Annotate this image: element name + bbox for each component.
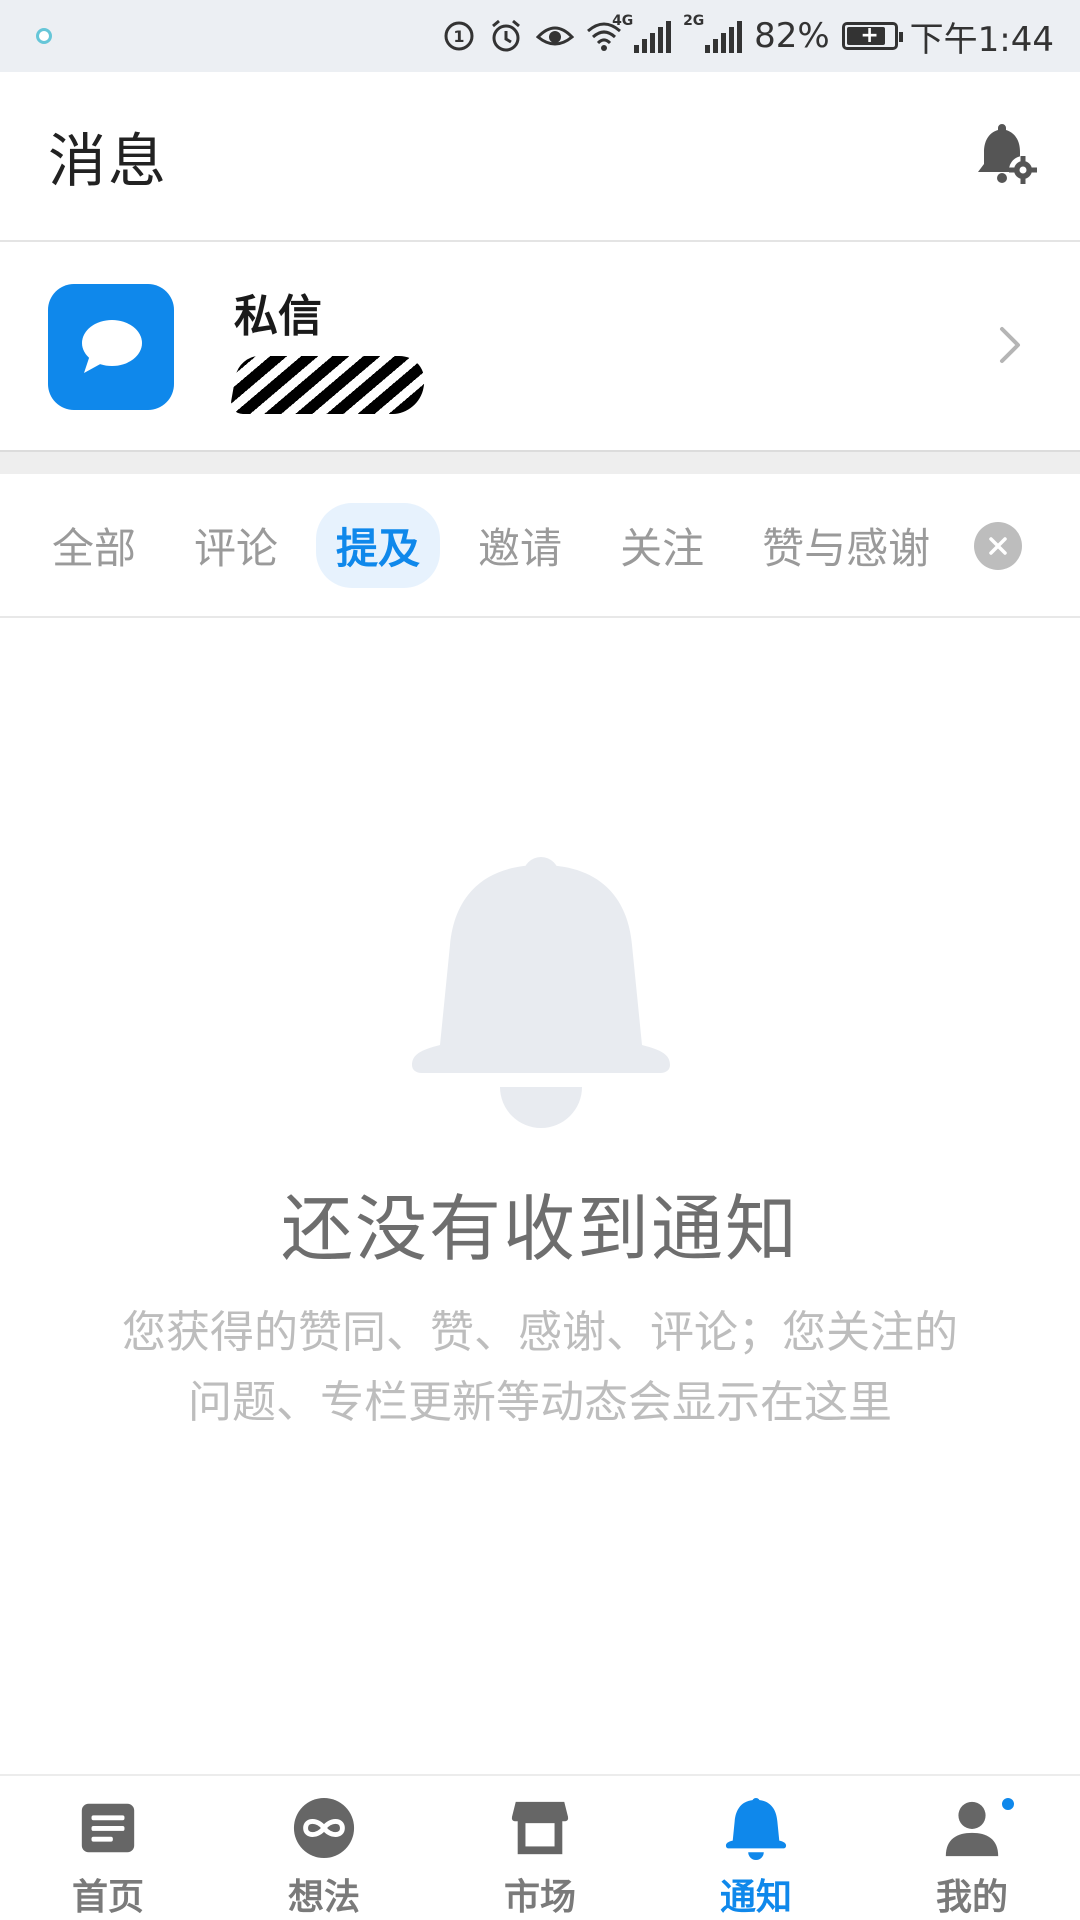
bell-settings-icon[interactable] (968, 118, 1044, 194)
bottom-nav: 首页 想法 市场 通知 我的 (0, 1774, 1080, 1920)
nav-profile-label: 我的 (935, 1877, 1008, 1918)
tab-invites[interactable]: 邀请 (458, 503, 582, 588)
network-4g-label: 4G (612, 13, 634, 29)
tab-comments[interactable]: 评论 (174, 503, 298, 588)
tab-likes-thanks[interactable]: 赞与感谢 (742, 503, 950, 588)
home-feed-icon (81, 1803, 135, 1853)
chevron-right-icon (996, 323, 1024, 371)
header: 消息 (0, 72, 1080, 242)
nav-home[interactable]: 首页 (0, 1776, 216, 1920)
alarm-icon (488, 18, 524, 54)
close-icon[interactable] (974, 522, 1022, 570)
chat-bubble-icon (48, 284, 174, 410)
status-left (36, 28, 52, 44)
ideas-icon (293, 1797, 355, 1859)
battery-icon: + (841, 22, 903, 50)
section-divider (0, 450, 1080, 474)
nav-profile[interactable]: 我的 (864, 1776, 1080, 1920)
nav-ideas-label: 想法 (287, 1877, 360, 1918)
nav-home-label: 首页 (71, 1877, 144, 1918)
private-message-title: 私信 (234, 291, 322, 342)
nav-notifications-label: 通知 (719, 1877, 792, 1918)
empty-bell-icon (410, 855, 672, 1130)
nav-notifications[interactable]: 通知 (648, 1776, 864, 1920)
data-saver-icon: 1 (442, 19, 476, 53)
empty-description: 您获得的赞同、赞、感谢、评论；您关注的问题、专栏更新等动态会显示在这里 (122, 1307, 958, 1428)
signal-2g-icon: 2G (683, 13, 743, 53)
svg-text:1: 1 (453, 27, 464, 46)
tab-mentions[interactable]: 提及 (316, 502, 441, 588)
market-icon (511, 1801, 569, 1855)
redacted-preview (228, 356, 430, 414)
eye-care-icon (536, 21, 575, 51)
battery-percent: 82% (754, 16, 830, 56)
nav-ideas[interactable]: 想法 (216, 1776, 432, 1920)
status-bar: 1 4G 2G 82% + 下午1:44 (0, 0, 1080, 72)
nav-market-label: 市场 (503, 1877, 576, 1918)
clock: 下午1:44 (909, 19, 1054, 60)
filter-tabs: 全部 评论 提及 邀请 关注 赞与感谢 (0, 474, 1080, 618)
notification-dot-icon (36, 28, 52, 44)
notification-bell-icon (725, 1797, 787, 1860)
profile-icon (945, 1801, 999, 1857)
page-title: 消息 (48, 127, 169, 195)
network-2g-label: 2G (683, 13, 705, 29)
private-message-text: 私信 (228, 280, 430, 414)
unread-badge (1000, 1796, 1016, 1812)
empty-title: 还没有收到通知 (280, 1187, 799, 1271)
nav-market[interactable]: 市场 (432, 1776, 648, 1920)
tab-follows[interactable]: 关注 (600, 503, 724, 588)
signal-4g-icon: 4G (612, 13, 672, 53)
tab-all[interactable]: 全部 (32, 503, 156, 588)
status-right: 1 4G 2G 82% + 下午1:44 (442, 12, 1054, 61)
private-message-row[interactable]: 私信 (0, 242, 1080, 452)
